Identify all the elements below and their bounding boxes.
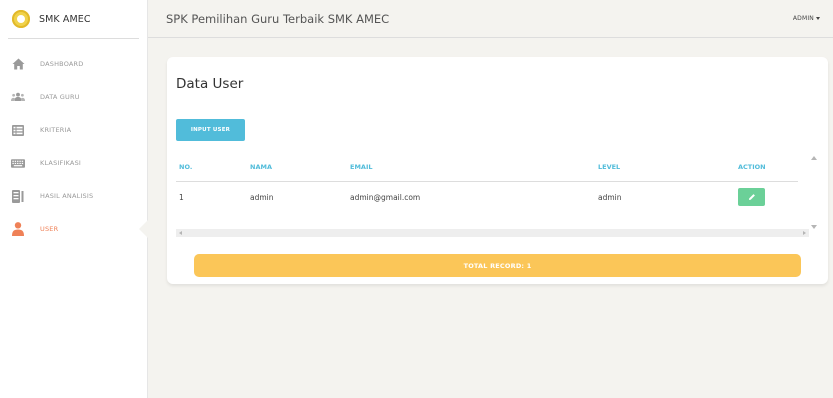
caret-down-icon bbox=[816, 17, 820, 20]
sidebar-item-user[interactable]: USER bbox=[0, 218, 148, 240]
column-header-nama: NAMA bbox=[250, 153, 350, 182]
top-navbar: SPK Pemilihan Guru Terbaik SMK AMEC ADMI… bbox=[148, 0, 833, 38]
table-header-row: NO. NAMA EMAIL LEVEL ACTION bbox=[176, 153, 798, 182]
data-user-card: Data User INPUT USER NO. NAMA EMAIL LEVE… bbox=[167, 57, 828, 284]
input-user-button[interactable]: INPUT USER bbox=[176, 119, 245, 141]
page-header-title: SPK Pemilihan Guru Terbaik SMK AMEC bbox=[166, 11, 390, 26]
school-logo-icon bbox=[12, 10, 30, 28]
horizontal-scrollbar[interactable] bbox=[176, 229, 809, 237]
sidebar-item-data-guru[interactable]: DATA GURU bbox=[0, 86, 147, 108]
home-icon bbox=[11, 57, 25, 71]
vertical-scrollbar[interactable] bbox=[809, 153, 819, 239]
column-header-no: NO. bbox=[176, 153, 250, 182]
sidebar-item-label: USER bbox=[40, 225, 59, 233]
keyboard-icon bbox=[11, 156, 25, 170]
cell-no: 1 bbox=[179, 192, 184, 202]
scroll-down-icon[interactable] bbox=[811, 225, 817, 229]
scroll-right-icon[interactable] bbox=[803, 230, 806, 235]
cell-level: admin bbox=[598, 192, 622, 202]
user-icon bbox=[11, 222, 25, 236]
column-header-action: ACTION bbox=[738, 153, 798, 182]
brand[interactable]: SMK AMEC bbox=[8, 0, 139, 39]
cell-action bbox=[738, 182, 798, 213]
edit-button[interactable] bbox=[738, 188, 765, 206]
sidebar-item-label: DASHBOARD bbox=[40, 60, 84, 68]
table-scroll-container[interactable]: NO. NAMA EMAIL LEVEL ACTION 1 admin admi… bbox=[176, 153, 819, 241]
scroll-left-icon[interactable] bbox=[179, 230, 182, 235]
total-record-bar: TOTAL RECORD: 1 bbox=[194, 254, 801, 277]
active-indicator bbox=[139, 220, 148, 238]
report-icon bbox=[11, 189, 25, 203]
sidebar: SMK AMEC DASHBOARD DATA GURU KRITERIA KL… bbox=[0, 0, 148, 398]
table-row: 1 admin admin@gmail.com admin bbox=[176, 182, 798, 213]
user-dropdown-label: ADMIN bbox=[792, 15, 814, 22]
sidebar-item-dashboard[interactable]: DASHBOARD bbox=[0, 53, 147, 75]
cell-nama: admin bbox=[250, 192, 274, 202]
sidebar-item-label: KRITERIA bbox=[40, 126, 72, 134]
sidebar-item-label: KLASIFIKASI bbox=[40, 159, 82, 167]
brand-name: SMK AMEC bbox=[39, 13, 91, 25]
sidebar-item-hasil-analisis[interactable]: HASIL ANALISIS bbox=[0, 185, 147, 207]
column-header-email: EMAIL bbox=[350, 153, 598, 182]
list-icon bbox=[11, 123, 25, 137]
sidebar-item-label: DATA GURU bbox=[40, 93, 80, 101]
sidebar-item-kriteria[interactable]: KRITERIA bbox=[0, 119, 147, 141]
sidebar-item-klasifikasi[interactable]: KLASIFIKASI bbox=[0, 152, 147, 174]
pencil-icon bbox=[748, 194, 755, 200]
sidebar-menu: DASHBOARD DATA GURU KRITERIA KLASIFIKASI… bbox=[0, 53, 148, 240]
users-icon bbox=[11, 90, 25, 104]
card-title: Data User bbox=[176, 76, 244, 92]
column-header-level: LEVEL bbox=[598, 153, 738, 182]
user-table: NO. NAMA EMAIL LEVEL ACTION 1 admin admi… bbox=[176, 153, 798, 212]
user-dropdown[interactable]: ADMIN bbox=[793, 15, 820, 22]
cell-email: admin@gmail.com bbox=[350, 192, 421, 202]
sidebar-item-label: HASIL ANALISIS bbox=[40, 192, 94, 200]
scroll-up-icon[interactable] bbox=[811, 156, 817, 160]
